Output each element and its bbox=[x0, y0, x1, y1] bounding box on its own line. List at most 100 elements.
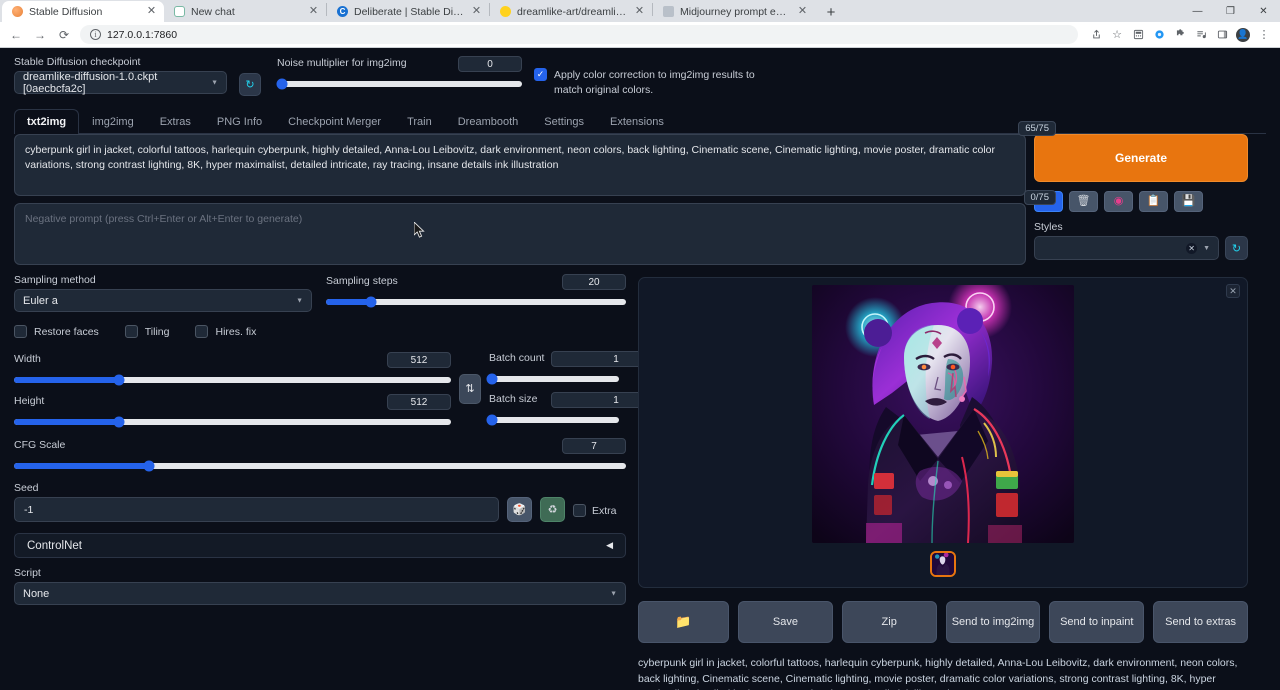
seed-extra-checkbox[interactable] bbox=[573, 504, 586, 517]
browser-tab-close-icon[interactable]: ✕ bbox=[633, 5, 646, 18]
sampling-method-select[interactable]: Euler a ▼ bbox=[14, 289, 312, 312]
tab-extensions[interactable]: Extensions bbox=[597, 109, 677, 134]
swap-dimensions-icon[interactable]: ⇅ bbox=[459, 374, 481, 404]
tab-img2img[interactable]: img2img bbox=[79, 109, 147, 134]
open-folder-button[interactable]: 📁 bbox=[638, 601, 729, 643]
tab-train[interactable]: Train bbox=[394, 109, 445, 134]
tab-checkpoint-merger[interactable]: Checkpoint Merger bbox=[275, 109, 394, 134]
color-correction-field[interactable]: ✓ Apply color correction to img2img resu… bbox=[534, 68, 764, 98]
chevron-down-icon[interactable]: ▼ bbox=[1203, 245, 1210, 252]
slider-knob[interactable] bbox=[276, 79, 287, 90]
send-to-extras-button[interactable]: Send to extras bbox=[1153, 601, 1248, 643]
width-slider[interactable] bbox=[14, 377, 451, 383]
reload-icon[interactable]: ⟳ bbox=[54, 25, 74, 45]
sampling-steps-slider[interactable] bbox=[326, 299, 626, 305]
tab-txt2img[interactable]: txt2img bbox=[14, 109, 79, 134]
clear-x-icon[interactable]: ✕ bbox=[1186, 243, 1197, 254]
noise-multiplier-value[interactable]: 0 bbox=[458, 56, 522, 72]
close-icon[interactable]: ✕ bbox=[1226, 284, 1240, 298]
styles-refresh-button[interactable]: ↻ bbox=[1225, 236, 1248, 260]
result-caption: cyberpunk girl in jacket, colorful tatto… bbox=[638, 656, 1246, 690]
trash-icon[interactable]: 🗑 bbox=[1069, 191, 1098, 212]
styles-select[interactable]: ✕ ▼ bbox=[1034, 236, 1219, 260]
tiling-checkbox[interactable] bbox=[125, 325, 138, 338]
forward-icon[interactable]: → bbox=[30, 25, 50, 45]
script-select[interactable]: None ▼ bbox=[14, 582, 626, 605]
negative-prompt-token-counter: 0/75 bbox=[1024, 190, 1057, 205]
send-to-inpaint-button[interactable]: Send to inpaint bbox=[1049, 601, 1144, 643]
send-to-img2img-button[interactable]: Send to img2img bbox=[946, 601, 1041, 643]
browser-tab-close-icon[interactable]: ✕ bbox=[470, 5, 483, 18]
browser-tab-0[interactable]: Stable Diffusion ✕ bbox=[2, 1, 164, 22]
hires-fix-checkbox[interactable] bbox=[195, 325, 208, 338]
tab-extras[interactable]: Extras bbox=[147, 109, 204, 134]
bookmark-star-icon[interactable]: ☆ bbox=[1107, 25, 1127, 45]
maximize-button[interactable]: ❐ bbox=[1214, 0, 1247, 22]
slider-knob[interactable] bbox=[366, 297, 377, 308]
height-value[interactable]: 512 bbox=[387, 394, 451, 410]
width-value[interactable]: 512 bbox=[387, 352, 451, 368]
checkpoint-select[interactable]: dreamlike-diffusion-1.0.ckpt [0aecbcfa2c… bbox=[14, 71, 227, 94]
share-icon[interactable] bbox=[1086, 25, 1106, 45]
restore-faces-checkbox[interactable] bbox=[14, 325, 27, 338]
seed-input[interactable]: -1 bbox=[14, 497, 499, 522]
browser-tab-close-icon[interactable]: ✕ bbox=[307, 5, 320, 18]
negative-prompt-input[interactable]: Negative prompt (press Ctrl+Enter or Alt… bbox=[14, 203, 1026, 265]
noise-multiplier-slider[interactable] bbox=[277, 81, 522, 87]
more-menu-icon[interactable]: ⋮ bbox=[1254, 25, 1274, 45]
clipboard-paste-icon[interactable]: 📋 bbox=[1139, 191, 1168, 212]
recycle-icon[interactable]: ♻ bbox=[540, 497, 565, 522]
profile-avatar-icon[interactable]: 👤 bbox=[1233, 25, 1253, 45]
cfg-scale-slider[interactable] bbox=[14, 463, 626, 469]
color-correction-checkbox[interactable]: ✓ bbox=[534, 68, 547, 81]
hires-fix-toggle[interactable]: Hires. fix bbox=[195, 325, 256, 338]
batch-count-slider[interactable] bbox=[489, 376, 619, 382]
side-panel-icon[interactable] bbox=[1212, 25, 1232, 45]
controlnet-accordion[interactable]: ControlNet ◀ bbox=[14, 533, 626, 558]
triangle-left-icon[interactable]: ◀ bbox=[606, 540, 613, 551]
slider-knob[interactable] bbox=[143, 461, 154, 472]
tiling-toggle[interactable]: Tiling bbox=[125, 325, 170, 338]
browser-tab-close-icon[interactable]: ✕ bbox=[796, 5, 809, 18]
slider-knob[interactable] bbox=[486, 415, 497, 426]
image-thumbnail[interactable] bbox=[930, 551, 956, 577]
save-button[interactable]: Save bbox=[738, 601, 833, 643]
batch-size-label: Batch size bbox=[489, 393, 537, 405]
cfg-scale-value[interactable]: 7 bbox=[562, 438, 626, 454]
checkpoint-refresh-button[interactable]: ↻ bbox=[239, 73, 261, 96]
dice-icon[interactable]: 🎲 bbox=[507, 497, 532, 522]
generated-image[interactable] bbox=[812, 285, 1074, 543]
restore-faces-toggle[interactable]: Restore faces bbox=[14, 325, 99, 338]
new-tab-button[interactable]: + bbox=[819, 2, 843, 22]
seed-extra-toggle[interactable]: Extra bbox=[573, 504, 617, 522]
slider-knob[interactable] bbox=[113, 417, 124, 428]
tab-png-info[interactable]: PNG Info bbox=[204, 109, 275, 134]
site-info-icon[interactable]: i bbox=[90, 29, 101, 40]
save-style-icon[interactable]: 💾 bbox=[1174, 191, 1203, 212]
reading-list-icon[interactable] bbox=[1191, 25, 1211, 45]
slider-knob[interactable] bbox=[113, 375, 124, 386]
close-window-button[interactable]: ✕ bbox=[1247, 0, 1280, 22]
blue-circle-extension-icon[interactable] bbox=[1149, 25, 1169, 45]
browser-tab-title: New chat bbox=[191, 6, 301, 18]
browser-tab-close-icon[interactable]: ✕ bbox=[145, 5, 158, 18]
zip-button[interactable]: Zip bbox=[842, 601, 937, 643]
tab-dreambooth[interactable]: Dreambooth bbox=[445, 109, 532, 134]
extra-networks-icon[interactable]: ◉ bbox=[1104, 191, 1133, 212]
slider-knob[interactable] bbox=[486, 374, 497, 385]
generate-button[interactable]: Generate bbox=[1034, 134, 1248, 182]
browser-tab-4[interactable]: Midjourney prompt examples : L ✕ bbox=[653, 1, 815, 22]
sampling-steps-value[interactable]: 20 bbox=[562, 274, 626, 290]
prompt-input[interactable]: cyberpunk girl in jacket, colorful tatto… bbox=[14, 134, 1026, 196]
puzzle-extension-icon[interactable] bbox=[1170, 25, 1190, 45]
tab-settings[interactable]: Settings bbox=[531, 109, 597, 134]
back-icon[interactable]: ← bbox=[6, 25, 26, 45]
browser-tab-1[interactable]: New chat ✕ bbox=[164, 1, 326, 22]
minimize-button[interactable]: — bbox=[1181, 0, 1214, 22]
height-slider[interactable] bbox=[14, 419, 451, 425]
batch-size-slider[interactable] bbox=[489, 417, 619, 423]
browser-tab-3[interactable]: dreamlike-art/dreamlike-diffusio ✕ bbox=[490, 1, 652, 22]
browser-tab-2[interactable]: C Deliberate | Stable Diffusion Che ✕ bbox=[327, 1, 489, 22]
address-bar[interactable]: i 127.0.0.1:7860 bbox=[80, 25, 1078, 44]
calculator-extension-icon[interactable] bbox=[1128, 25, 1148, 45]
